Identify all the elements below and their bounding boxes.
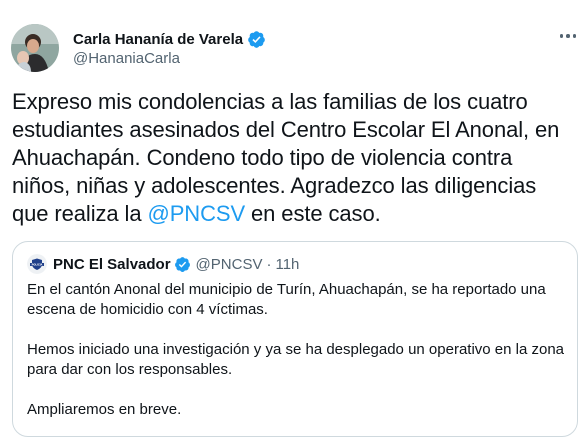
quoted-timestamp[interactable]: 11h [275,256,299,273]
quoted-tweet-text: En el cantón Anonal del municipio de Tur… [27,280,567,420]
tweet-text-segment: en este caso. [245,201,381,226]
more-dot [566,34,570,38]
police-badge-text: POLICÍA [32,263,43,266]
more-dot [559,34,564,38]
quoted-line: En el cantón Anonal del municipio de Tur… [27,281,546,298]
quoted-author-avatar: POLICÍA [27,254,47,274]
quoted-display-name[interactable]: PNC El Salvador [53,256,171,273]
tweet-text-segment: que realiza la [12,201,148,226]
quoted-line: escena de homicidio con 4 víctimas. [27,301,268,318]
verified-badge-icon [247,30,266,49]
tweet-text: Expreso mis condolencias a las familias … [12,88,582,228]
mention-link[interactable]: @PNCSV [147,201,245,226]
verified-badge-icon [174,256,191,273]
quoted-paragraph: En el cantón Anonal del municipio de Tur… [27,280,567,320]
quoted-paragraph: Hemos iniciado una investigación y ya se… [27,340,567,380]
header-separator: · [266,255,272,273]
quoted-tweet[interactable]: POLICÍA PNC El Salvador @PNCSV · 11h En … [12,241,578,437]
quoted-tweet-header: POLICÍA PNC El Salvador @PNCSV · 11h [27,254,299,274]
quoted-paragraph: Ampliaremos en breve. [27,400,567,420]
author-avatar[interactable] [11,24,59,72]
author-name-row: Carla Hananía de Varela [73,28,266,50]
quoted-line: Hemos iniciado una investigación y ya se… [27,341,565,358]
tweet-line: Ahuachapán. Condeno todo tipo de violenc… [12,145,513,170]
more-options-icon[interactable] [556,26,580,46]
author-display-name[interactable]: Carla Hananía de Varela [73,31,243,48]
tweet-line: niños, niñas y adolescentes. Agradezco l… [12,173,537,198]
tweet-card: Carla Hananía de Varela @HananiaCarla Ex… [0,0,586,438]
tweet-line: que realiza la @PNCSV en este caso. [12,200,582,228]
tweet-line: estudiantes asesinados del Centro Escola… [12,117,560,142]
quoted-handle[interactable]: @PNCSV [196,256,263,273]
more-dot [572,34,577,38]
tweet-line: Expreso mis condolencias a las familias … [12,89,528,114]
author-handle[interactable]: @HananiaCarla [73,50,180,67]
quoted-line: Ampliaremos en breve. [27,401,182,418]
quoted-line: para dar con los responsables. [27,361,233,378]
